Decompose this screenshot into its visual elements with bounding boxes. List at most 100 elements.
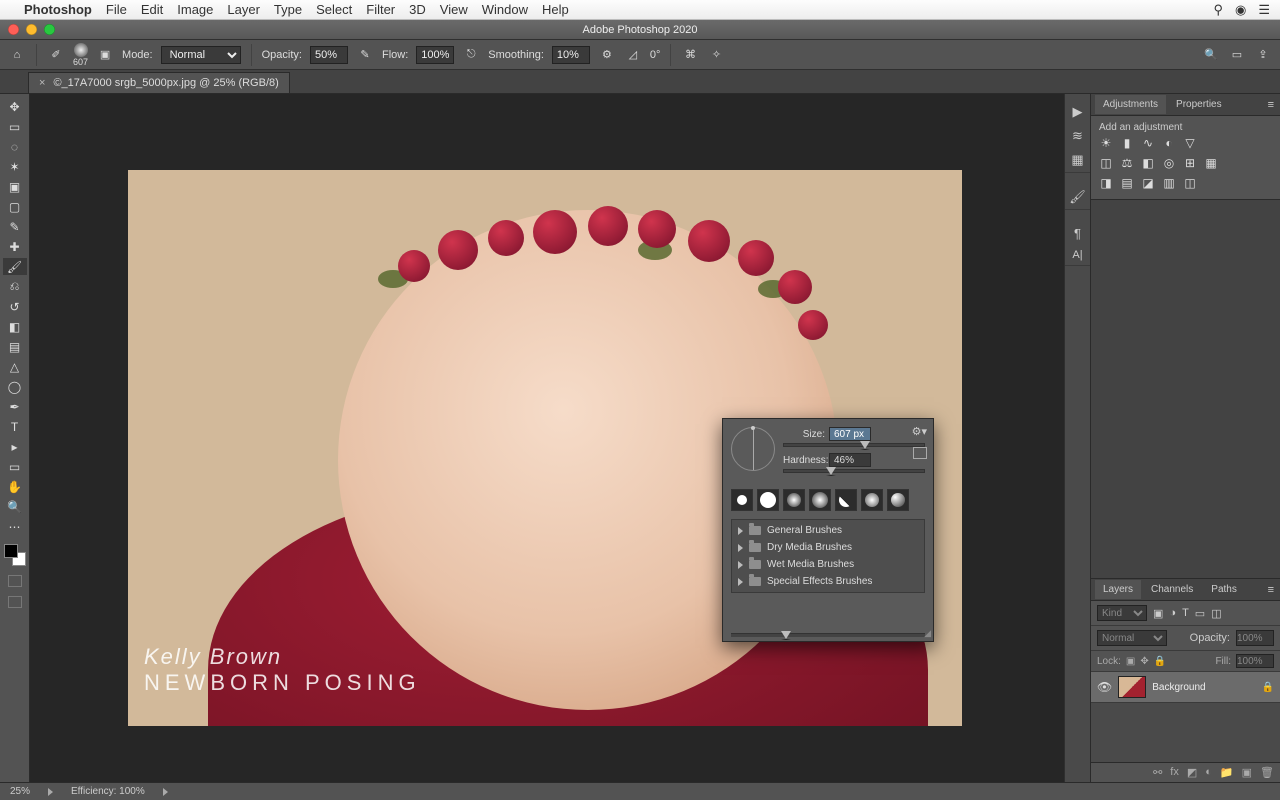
resize-grip-icon[interactable]: ◢ (924, 628, 931, 639)
menu-type[interactable]: Type (274, 2, 302, 17)
menu-layer[interactable]: Layer (227, 2, 260, 17)
path-select-tool[interactable]: ▸ (3, 438, 27, 455)
layer-name[interactable]: Background (1152, 682, 1255, 693)
channel-mixer-icon[interactable]: ⊞ (1183, 156, 1197, 170)
status-menu-icon[interactable] (163, 788, 168, 796)
brush-preview[interactable]: 607 (73, 43, 88, 67)
selective-color-icon[interactable]: ◫ (1183, 176, 1197, 190)
move-tool[interactable]: ✥ (3, 98, 27, 115)
brush-folder[interactable]: Dry Media Brushes (732, 539, 924, 556)
close-window-button[interactable] (8, 24, 19, 35)
menu-edit[interactable]: Edit (141, 2, 163, 17)
search-icon[interactable]: 🔍 (1202, 46, 1220, 64)
libraries-icon[interactable]: ▦ (1071, 152, 1083, 168)
tool-preset-icon[interactable]: ✐ (47, 46, 65, 64)
flow-value[interactable]: 100% (416, 46, 454, 64)
menu-3d[interactable]: 3D (409, 2, 426, 17)
filter-type-icon[interactable]: T (1182, 607, 1189, 619)
airbrush-icon[interactable]: ⎋ (462, 46, 480, 64)
brush-popup-gear-icon[interactable]: ⚙▾ (912, 425, 927, 438)
filter-pixel-icon[interactable]: ▣ (1153, 607, 1163, 620)
clone-tool[interactable]: ⎌ (3, 278, 27, 295)
vibrance-icon[interactable]: ▽ (1183, 136, 1197, 150)
visibility-icon[interactable]: 👁 (1097, 680, 1112, 694)
brush-angle-icon[interactable]: ◿ (624, 46, 642, 64)
lock-pixels-icon[interactable]: ▣ (1126, 656, 1135, 667)
screen-mode-toggle[interactable] (8, 596, 22, 608)
minimize-window-button[interactable] (26, 24, 37, 35)
healing-tool[interactable]: ✚ (3, 238, 27, 255)
edit-toolbar[interactable]: ⋯ (3, 518, 27, 535)
colorbal-icon[interactable]: ⚖ (1120, 156, 1134, 170)
exposure-icon[interactable]: ◐ (1162, 136, 1176, 150)
document-tab[interactable]: × ©_17A7000 srgb_5000px.jpg @ 25% (RGB/8… (28, 72, 290, 93)
brushes-icon[interactable]: 🖌 (1069, 189, 1086, 205)
tab-properties[interactable]: Properties (1168, 95, 1230, 114)
symmetry-icon[interactable]: ✧ (707, 46, 725, 64)
dodge-tool[interactable]: ◯ (3, 378, 27, 395)
layer-thumbnail[interactable] (1118, 676, 1146, 698)
lock-all-icon[interactable]: 🔒 (1154, 656, 1166, 667)
posterize-icon[interactable]: ▤ (1120, 176, 1134, 190)
tab-paths[interactable]: Paths (1203, 580, 1245, 599)
smoothing-value[interactable]: 10% (552, 46, 590, 64)
eyedropper-tool[interactable]: ✎ (3, 218, 27, 235)
canvas-area[interactable]: Kelly Brown NEWBORN POSING ⚙▾ Size: 607 … (30, 94, 1064, 782)
bw-icon[interactable]: ◧ (1141, 156, 1155, 170)
color-lookup-icon[interactable]: ▦ (1204, 156, 1218, 170)
tab-layers[interactable]: Layers (1095, 580, 1141, 599)
brush-preset-popup[interactable]: ⚙▾ Size: 607 px Hardness: 46% (722, 418, 934, 642)
brush-folder[interactable]: Special Effects Brushes (732, 573, 924, 590)
lasso-tool[interactable]: ◌ (3, 138, 27, 155)
menu-help[interactable]: Help (542, 2, 569, 17)
quick-mask-toggle[interactable] (8, 575, 22, 587)
control-center-icon[interactable]: ☰ (1258, 2, 1270, 18)
zoom-tool[interactable]: 🔍 (3, 498, 27, 515)
size-value[interactable]: 607 px (829, 427, 871, 441)
layer-filter-select[interactable]: Kind (1097, 605, 1147, 621)
filter-adj-icon[interactable]: ◑ (1169, 607, 1176, 619)
brush-preset[interactable] (783, 489, 805, 511)
brush-folder[interactable]: General Brushes (732, 522, 924, 539)
hardness-value[interactable]: 46% (829, 453, 871, 467)
zoom-level[interactable]: 25% (10, 786, 30, 797)
menu-view[interactable]: View (440, 2, 468, 17)
curves-icon[interactable]: ∿ (1141, 136, 1155, 150)
fill-value[interactable] (1236, 654, 1274, 668)
character-icon[interactable]: A| (1072, 249, 1082, 261)
quick-select-tool[interactable]: ✶ (3, 158, 27, 175)
brush-preset[interactable] (731, 489, 753, 511)
layer-mask-icon[interactable]: ◩ (1187, 766, 1197, 779)
hand-tool[interactable]: ✋ (3, 478, 27, 495)
opacity-pressure-icon[interactable]: ✎ (356, 46, 374, 64)
brush-panel-toggle-icon[interactable]: ▣ (96, 46, 114, 64)
tab-channels[interactable]: Channels (1143, 580, 1201, 599)
lock-position-icon[interactable]: ✥ (1140, 656, 1148, 667)
photo-filter-icon[interactable]: ◎ (1162, 156, 1176, 170)
blend-mode-select[interactable]: Normal (161, 46, 241, 64)
eraser-tool[interactable]: ◧ (3, 318, 27, 335)
frame-tool[interactable]: ▢ (3, 198, 27, 215)
levels-icon[interactable]: ▮ (1120, 136, 1134, 150)
workspace-icon[interactable]: ▭ (1228, 46, 1246, 64)
blur-tool[interactable]: △ (3, 358, 27, 375)
lock-icon[interactable]: 🔒 (1262, 682, 1274, 693)
brush-preset[interactable] (809, 489, 831, 511)
filter-smart-icon[interactable]: ◫ (1211, 607, 1221, 620)
brush-preset[interactable] (887, 489, 909, 511)
history-brush-tool[interactable]: ↺ (3, 298, 27, 315)
hue-icon[interactable]: ◫ (1099, 156, 1113, 170)
menu-file[interactable]: File (106, 2, 127, 17)
user-icon[interactable]: ◉ (1235, 2, 1246, 18)
app-name[interactable]: Photoshop (24, 2, 92, 17)
zoom-window-button[interactable] (44, 24, 55, 35)
blend-mode-select[interactable]: Normal (1097, 630, 1167, 646)
gradmap-icon[interactable]: ▥ (1162, 176, 1176, 190)
share-icon[interactable]: ⇪ (1254, 46, 1272, 64)
smoothing-options-icon[interactable]: ⚙ (598, 46, 616, 64)
status-menu-icon[interactable] (48, 788, 53, 796)
foreground-color[interactable] (4, 544, 18, 558)
brush-preset[interactable] (757, 489, 779, 511)
brush-thumbnail-size-slider[interactable] (731, 633, 925, 637)
history-icon[interactable]: ≋ (1072, 128, 1083, 144)
